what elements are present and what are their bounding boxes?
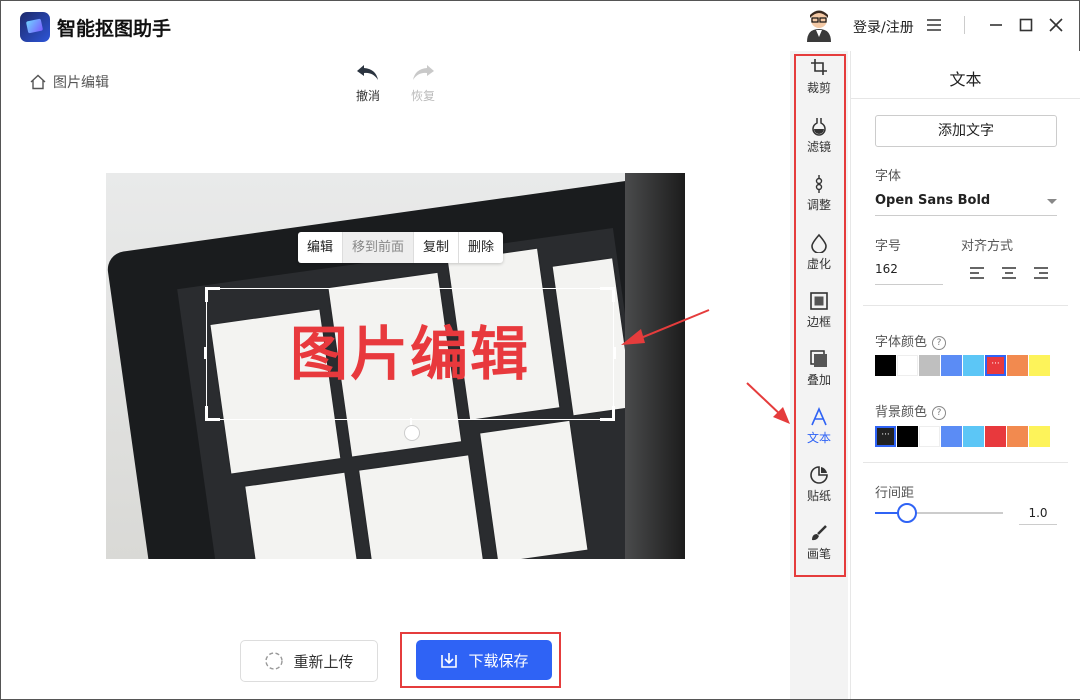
panel-divider	[863, 305, 1068, 306]
text-context-menu: 编辑 移到前面 复制 删除	[298, 232, 504, 263]
line-spacing-slider[interactable]	[875, 512, 1003, 514]
reupload-button[interactable]: 重新上传	[240, 640, 378, 682]
tool-strip-highlight	[794, 54, 846, 577]
bg-color-swatch[interactable]	[1007, 426, 1028, 447]
panel-title: 文本	[949, 70, 982, 89]
align-center-icon[interactable]	[1002, 267, 1016, 279]
font-label: 字体	[875, 169, 902, 184]
home-icon	[30, 74, 46, 90]
app-title: 智能抠图助手	[57, 18, 172, 40]
download-save-button[interactable]: 下载保存	[416, 640, 552, 680]
add-text-button[interactable]: 添加文字	[875, 115, 1057, 147]
text-settings-panel: 文本 添加文字 字体 Open Sans Bold 字号 对齐方式 162 字体…	[850, 51, 1080, 699]
app-window: 智能抠图助手 登录/注册 图片编辑 撤消 恢复 编辑 移到前面 复制 删除 图片…	[0, 0, 1080, 700]
titlebar-divider	[964, 16, 965, 34]
align-left-icon[interactable]	[970, 267, 984, 279]
breadcrumb-label: 图片编辑	[53, 75, 109, 91]
font-color-swatch[interactable]	[963, 355, 984, 376]
bg-color-label-text: 背景颜色	[875, 405, 928, 420]
login-register-link[interactable]: 登录/注册	[853, 17, 914, 37]
redo-icon	[413, 65, 434, 80]
font-color-swatch[interactable]	[919, 355, 940, 376]
close-icon[interactable]	[1044, 13, 1068, 37]
font-color-swatch[interactable]	[941, 355, 962, 376]
rotate-handle[interactable]	[404, 425, 420, 441]
ctx-edit[interactable]: 编辑	[298, 232, 344, 263]
menu-icon[interactable]	[922, 13, 946, 37]
font-color-label: 字体颜色?	[875, 331, 947, 350]
ctx-bring-front[interactable]: 移到前面	[343, 232, 415, 263]
user-avatar-icon[interactable]	[804, 10, 834, 42]
font-color-label-text: 字体颜色	[875, 335, 928, 350]
bg-color-swatch[interactable]	[963, 426, 984, 447]
bg-color-swatch[interactable]: ···	[875, 426, 896, 447]
font-size-input[interactable]: 162	[875, 262, 943, 285]
reupload-label: 重新上传	[293, 652, 354, 671]
maximize-icon[interactable]	[1014, 13, 1038, 37]
bg-color-swatch[interactable]	[897, 426, 918, 447]
bg-color-swatches: ···	[875, 426, 1051, 447]
text-selection-box[interactable]: 图片编辑	[204, 287, 616, 421]
download-label: 下载保存	[468, 651, 529, 670]
size-label: 字号	[875, 239, 902, 254]
minimize-icon[interactable]	[984, 13, 1008, 37]
font-color-swatch[interactable]	[875, 355, 896, 376]
annotation-arrow-icon	[621, 309, 710, 345]
undo-label: 撤消	[355, 89, 380, 103]
annotation-arrow-icon	[746, 382, 790, 424]
font-color-swatch[interactable]	[897, 355, 918, 376]
font-size-value: 162	[875, 262, 898, 276]
ctx-delete[interactable]: 删除	[459, 232, 503, 263]
redo-label: 恢复	[410, 89, 435, 103]
bg-color-label: 背景颜色?	[875, 401, 947, 420]
font-color-swatch[interactable]: ···	[985, 355, 1006, 376]
more-icon: ···	[991, 359, 1000, 369]
photo-right-shadow	[625, 173, 685, 559]
font-value: Open Sans Bold	[875, 193, 991, 208]
ctx-copy[interactable]: 复制	[414, 232, 460, 263]
bg-color-swatch[interactable]	[1029, 426, 1050, 447]
chevron-down-icon	[1047, 199, 1057, 204]
redo-button[interactable]: 恢复	[403, 63, 443, 104]
bg-color-swatch[interactable]	[919, 426, 940, 447]
panel-divider	[863, 462, 1068, 463]
more-icon: ···	[881, 430, 890, 440]
help-icon[interactable]: ?	[932, 336, 947, 350]
download-icon	[441, 653, 458, 668]
line-spacing-label: 行间距	[875, 486, 915, 501]
refresh-icon	[265, 652, 284, 670]
align-label: 对齐方式	[961, 239, 1014, 254]
overlay-text[interactable]: 图片编辑	[207, 319, 613, 389]
font-select[interactable]: Open Sans Bold	[875, 193, 1057, 216]
undo-button[interactable]: 撤消	[348, 63, 388, 104]
breadcrumb[interactable]: 图片编辑	[29, 72, 109, 92]
line-spacing-input[interactable]: 1.0	[1019, 502, 1057, 525]
font-color-swatch[interactable]	[1007, 355, 1028, 376]
panel-divider	[851, 98, 1080, 99]
undo-icon	[357, 65, 378, 80]
font-color-swatch[interactable]	[1029, 355, 1050, 376]
bg-color-swatch[interactable]	[941, 426, 962, 447]
font-color-swatches: ···	[875, 355, 1051, 376]
help-icon[interactable]: ?	[932, 406, 947, 420]
title-bar: 智能抠图助手 登录/注册	[1, 1, 1079, 51]
line-spacing-slider-knob[interactable]	[897, 503, 917, 523]
app-logo	[20, 12, 50, 42]
align-right-icon[interactable]	[1034, 267, 1048, 279]
bg-color-swatch[interactable]	[985, 426, 1006, 447]
